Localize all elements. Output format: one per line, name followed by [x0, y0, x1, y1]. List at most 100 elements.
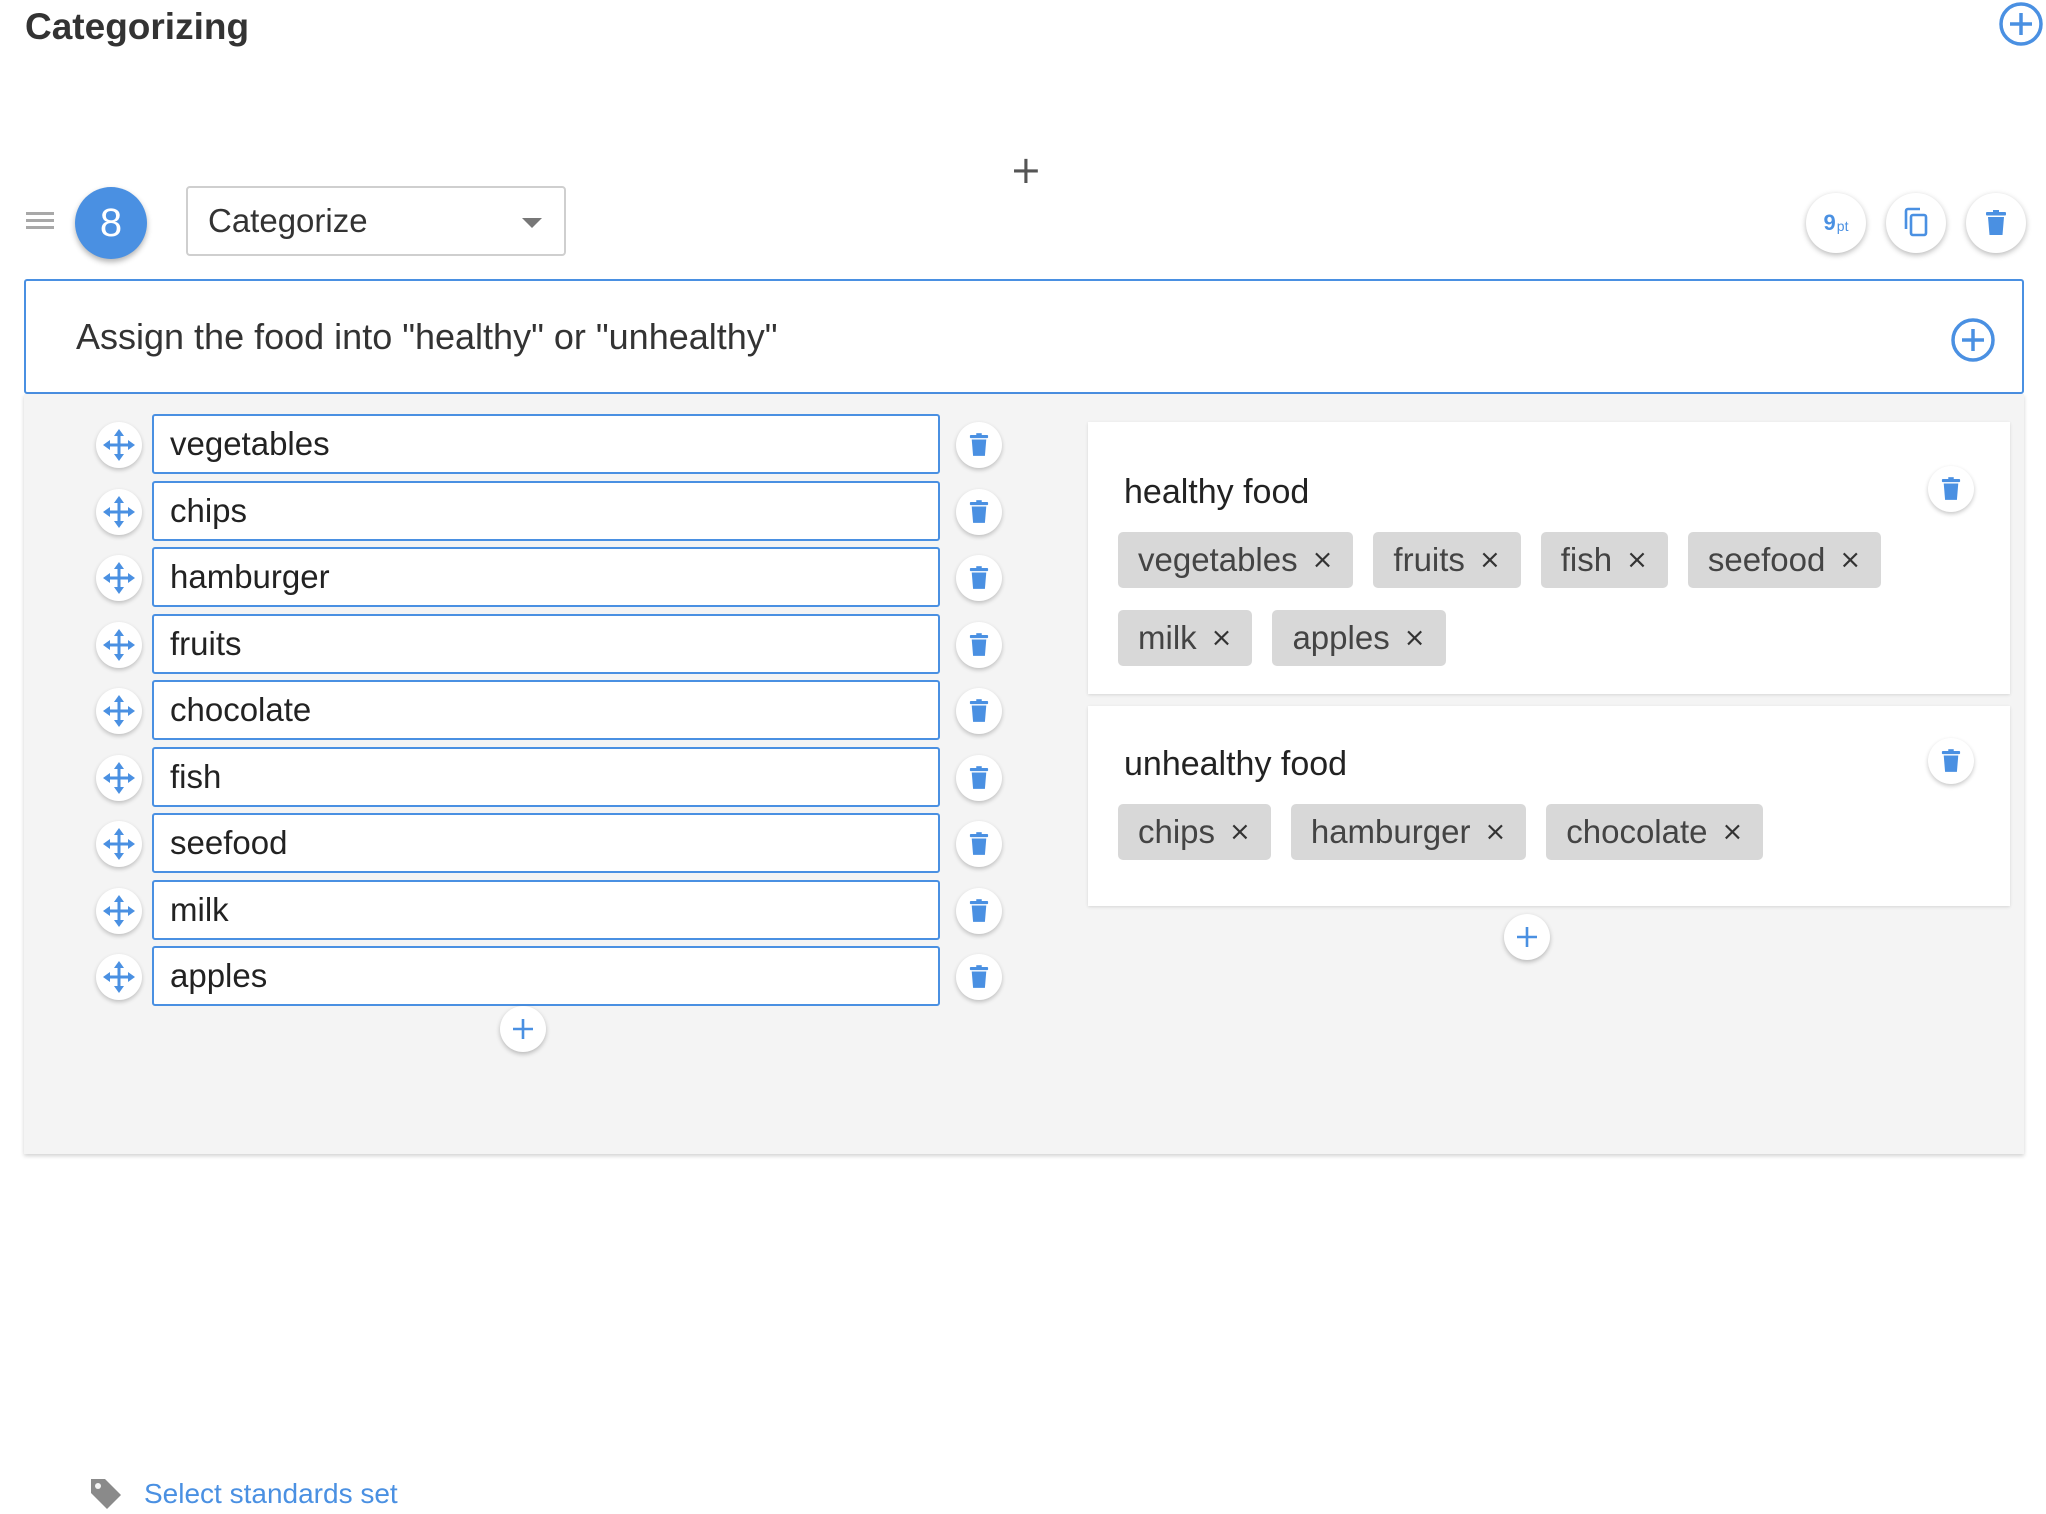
item-row: vegetables	[96, 414, 1006, 474]
select-standards-link[interactable]: Select standards set	[144, 1476, 398, 1512]
move-item-button[interactable]	[96, 887, 142, 934]
category-card: healthy food vegetables × fruits × fish × seefo…	[1088, 422, 2010, 694]
move-arrows-icon	[103, 495, 135, 528]
item-input[interactable]: hamburger	[152, 547, 940, 607]
close-icon[interactable]: ×	[1312, 532, 1334, 588]
delete-item-button[interactable]	[956, 754, 1002, 801]
trash-icon	[969, 765, 989, 789]
points-button[interactable]: 9 pt	[1806, 193, 1866, 253]
trash-icon	[969, 965, 989, 988]
item-input[interactable]: vegetables	[152, 414, 940, 474]
delete-item-button[interactable]	[956, 821, 1002, 867]
add-category-button[interactable]	[1504, 914, 1550, 960]
trash-icon	[969, 832, 989, 855]
trash-icon	[969, 566, 989, 589]
add-section-button[interactable]	[1998, 1, 2044, 47]
copy-icon	[1904, 207, 1928, 237]
delete-item-button[interactable]	[956, 887, 1002, 934]
move-item-button[interactable]	[96, 621, 142, 668]
item-row: apples	[96, 946, 1006, 1006]
assigned-item-chip[interactable]: hamburger ×	[1290, 804, 1527, 860]
move-arrows-icon	[103, 894, 135, 927]
item-input[interactable]: milk	[152, 879, 940, 940]
points-unit: pt	[1836, 218, 1849, 234]
points-value: 9	[1823, 210, 1836, 235]
chip-label: chips	[1138, 813, 1216, 850]
move-item-button[interactable]	[96, 754, 142, 801]
delete-item-button[interactable]	[956, 555, 1002, 601]
item-input[interactable]: chocolate	[152, 680, 940, 740]
assigned-item-chip[interactable]: chips ×	[1118, 804, 1271, 860]
move-arrows-icon	[103, 695, 135, 727]
move-arrows-icon	[103, 429, 135, 461]
category-chips: chips × hamburger × chocolate ×	[1118, 804, 1978, 860]
move-item-button[interactable]	[96, 422, 142, 468]
close-icon[interactable]: ×	[1839, 532, 1861, 588]
trash-icon	[969, 898, 989, 922]
assigned-item-chip[interactable]: apples ×	[1272, 610, 1446, 666]
close-icon[interactable]: ×	[1626, 532, 1648, 588]
trash-icon	[969, 699, 989, 722]
assigned-item-chip[interactable]: fish ×	[1540, 532, 1668, 588]
question-number-badge: 8	[75, 187, 147, 259]
item-row: hamburger	[96, 547, 1006, 607]
delete-category-button[interactable]	[1928, 466, 1974, 512]
duplicate-question-button[interactable]	[1886, 193, 1946, 253]
question-body-panel: vegetables chips hamburger fruits chocolate f…	[24, 394, 2024, 1509]
category-chips: vegetables × fruits × fish × seefood × milk × appl…	[1118, 532, 1978, 666]
delete-item-button[interactable]	[956, 688, 1002, 734]
trash-icon	[969, 499, 989, 523]
assigned-item-chip[interactable]: chocolate ×	[1546, 804, 1764, 860]
move-arrows-icon	[103, 961, 135, 993]
close-icon[interactable]: ×	[1211, 610, 1233, 666]
close-icon[interactable]: ×	[1404, 610, 1426, 666]
delete-item-button[interactable]	[956, 422, 1002, 468]
item-row: fruits	[96, 613, 1006, 674]
question-prompt: Assign the food into "healthy" or "unhea…	[76, 316, 778, 357]
close-icon[interactable]: ×	[1722, 804, 1744, 860]
move-item-button[interactable]	[96, 555, 142, 601]
insert-question-button[interactable]: +	[1010, 148, 1042, 192]
move-item-button[interactable]	[96, 488, 142, 535]
chip-label: seefood	[1707, 541, 1826, 578]
item-input[interactable]: chips	[152, 480, 940, 541]
close-icon[interactable]: ×	[1484, 804, 1506, 860]
category-card: unhealthy food chips × hamburger × chocolate ×	[1088, 706, 2010, 906]
move-item-button[interactable]	[96, 821, 142, 867]
chip-label: apples	[1292, 619, 1390, 656]
item-row: chips	[96, 480, 1006, 541]
move-arrows-icon	[103, 828, 135, 860]
move-item-button[interactable]	[96, 688, 142, 734]
add-item-button[interactable]	[500, 1006, 546, 1052]
move-arrows-icon	[103, 628, 135, 661]
add-media-button[interactable]	[1950, 317, 1996, 363]
trash-icon	[969, 433, 989, 456]
category-title[interactable]: healthy food	[1124, 472, 1309, 512]
item-row: milk	[96, 879, 1006, 940]
close-icon[interactable]: ×	[1229, 804, 1251, 860]
category-title[interactable]: unhealthy food	[1124, 744, 1347, 784]
item-input[interactable]: fruits	[152, 613, 940, 674]
chip-label: fish	[1560, 541, 1613, 578]
item-row: seefood	[96, 813, 1006, 873]
item-row: chocolate	[96, 680, 1006, 740]
assigned-item-chip[interactable]: seefood ×	[1687, 532, 1882, 588]
delete-item-button[interactable]	[956, 488, 1002, 535]
item-input[interactable]: fish	[152, 746, 940, 807]
chevron-down-icon	[522, 218, 542, 228]
question-type-select[interactable]: Categorize	[186, 186, 566, 256]
delete-item-button[interactable]	[956, 954, 1002, 1000]
assigned-item-chip[interactable]: fruits ×	[1373, 532, 1521, 588]
question-prompt-box[interactable]: Assign the food into "healthy" or "unhea…	[24, 279, 2024, 394]
assigned-item-chip[interactable]: vegetables ×	[1118, 532, 1354, 588]
item-input[interactable]: apples	[152, 946, 940, 1006]
item-row: fish	[96, 746, 1006, 807]
delete-category-button[interactable]	[1928, 738, 1974, 784]
delete-item-button[interactable]	[956, 621, 1002, 668]
move-item-button[interactable]	[96, 954, 142, 1000]
delete-question-button[interactable]	[1966, 193, 2026, 253]
assigned-item-chip[interactable]: milk ×	[1118, 610, 1253, 666]
close-icon[interactable]: ×	[1479, 532, 1501, 588]
drag-handle-icon[interactable]	[26, 212, 54, 234]
item-input[interactable]: seefood	[152, 813, 940, 873]
